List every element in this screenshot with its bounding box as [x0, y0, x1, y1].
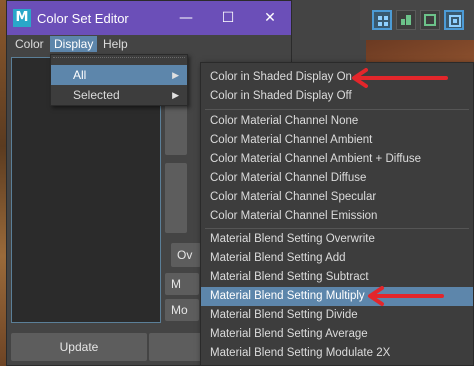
submenu-item[interactable]: Material Blend Setting Subtract [201, 268, 473, 287]
menu-color[interactable]: Color [11, 36, 48, 52]
menu-display[interactable]: Display [50, 36, 98, 52]
submenu-item[interactable]: Material Blend Setting Divide [201, 306, 473, 325]
submenu-item[interactable]: Color Material Channel Diffuse [201, 169, 473, 188]
window-title: Color Set Editor [37, 11, 129, 26]
submenu-item[interactable]: Material Blend Setting Add [201, 249, 473, 268]
side-button-label: Mo [171, 303, 188, 317]
submenu-item[interactable]: Color Material Channel Specular [201, 188, 473, 207]
submenu-item[interactable]: Material Blend Setting Modulate 2X [201, 344, 473, 363]
maya-logo-icon: M [13, 9, 31, 27]
submenu-item[interactable]: Material Blend Setting Average [201, 325, 473, 344]
close-icon[interactable]: ✕ [257, 7, 283, 29]
minimize-icon[interactable]: — [173, 7, 199, 29]
update-button[interactable]: Update [11, 333, 147, 361]
red-annotation-arrow-icon [352, 68, 448, 88]
menu-item-label: All [73, 68, 87, 82]
display-menu-item-selected[interactable]: Selected ▶ [51, 85, 187, 105]
submenu-item[interactable]: Color Material Channel Ambient + Diffuse [201, 150, 473, 169]
submenu-item[interactable]: Color Material Channel None [201, 112, 473, 131]
all-submenu: Color in Shaded Display On Color in Shad… [200, 62, 474, 366]
menu-help[interactable]: Help [99, 36, 132, 52]
tear-off-handle[interactable] [53, 57, 185, 61]
side-button-ov[interactable]: Ov [171, 243, 201, 267]
side-button-mo[interactable]: Mo [165, 299, 199, 321]
submenu-arrow-icon: ▶ [172, 70, 179, 80]
toolbar-layout-icon[interactable] [420, 10, 440, 30]
side-button-m[interactable]: M [165, 273, 199, 295]
menu-separator [205, 109, 469, 110]
toolbar-layout-icon[interactable] [372, 10, 392, 30]
maximize-icon[interactable]: ☐ [215, 7, 241, 29]
submenu-item[interactable]: Material Blend Setting Overwrite [201, 230, 473, 249]
background-toolbar [360, 0, 474, 40]
side-button[interactable] [165, 163, 187, 233]
side-button[interactable] [165, 105, 187, 155]
display-menu-dropdown: All ▶ Selected ▶ [50, 54, 188, 106]
title-bar[interactable]: M Color Set Editor — ☐ ✕ [7, 1, 291, 35]
display-menu-item-all[interactable]: All ▶ [51, 65, 187, 85]
submenu-item[interactable]: Color in Shaded Display Off [201, 87, 473, 106]
side-button-label: Ov [177, 248, 193, 262]
toolbar-layout-icon[interactable] [444, 10, 464, 30]
submenu-arrow-icon: ▶ [172, 90, 179, 100]
menu-bar: Color Display Help [7, 35, 291, 53]
submenu-item[interactable]: Color Material Channel Emission [201, 207, 473, 226]
menu-item-label: Selected [73, 88, 120, 102]
toolbar-layout-icon[interactable] [396, 10, 416, 30]
submenu-item[interactable]: Color Material Channel Ambient [201, 131, 473, 150]
menu-separator [205, 228, 469, 229]
red-annotation-arrow-icon [368, 286, 444, 306]
side-button-label: M [171, 277, 181, 291]
